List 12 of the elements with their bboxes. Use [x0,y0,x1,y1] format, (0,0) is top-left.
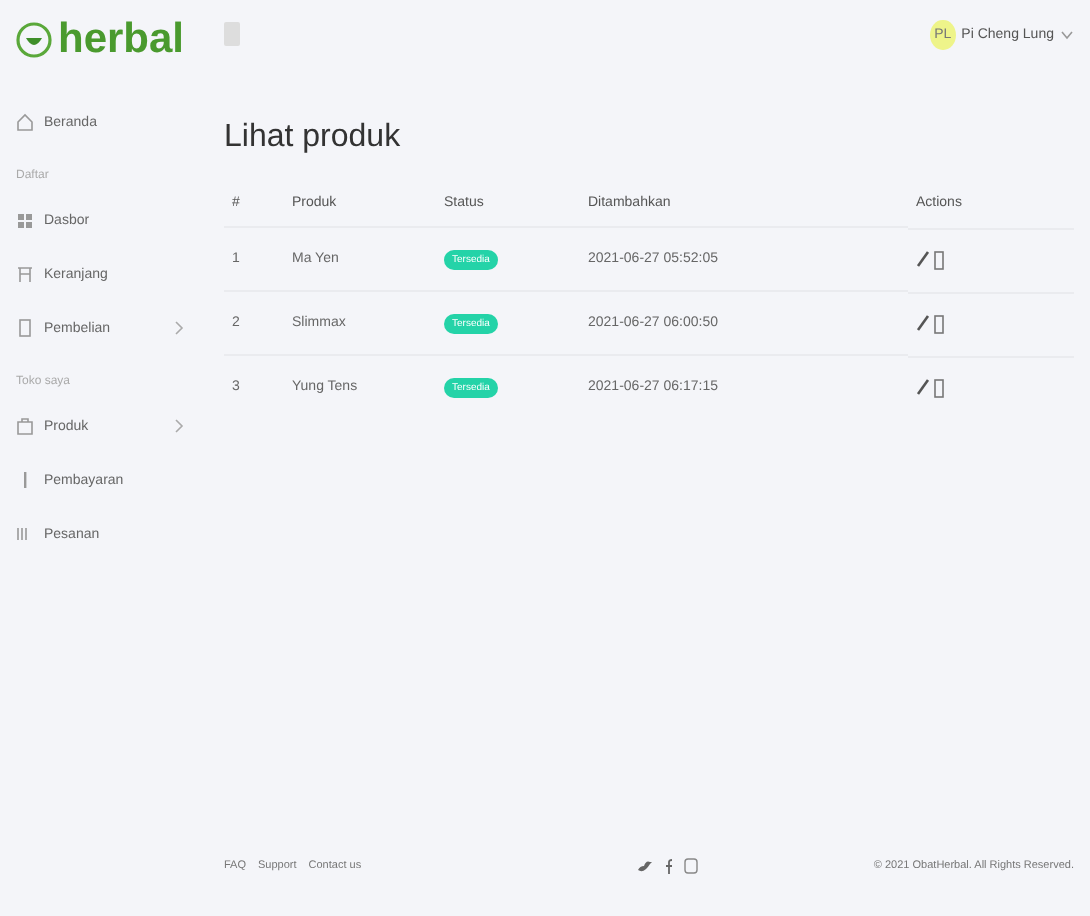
home-icon [16,112,34,132]
chevron-right-icon [174,418,184,434]
grid-icon [16,210,34,230]
box-icon [16,416,34,436]
page-title: Lihat produk [224,120,403,156]
f-letter-icon[interactable] [663,858,672,874]
brand-name: herbal [58,16,185,64]
edit-icon[interactable] [916,250,930,268]
chevron-right-icon [174,320,184,336]
edit-icon[interactable] [916,314,930,332]
edit-icon[interactable] [916,378,930,396]
chevron-down-icon [1060,29,1074,39]
